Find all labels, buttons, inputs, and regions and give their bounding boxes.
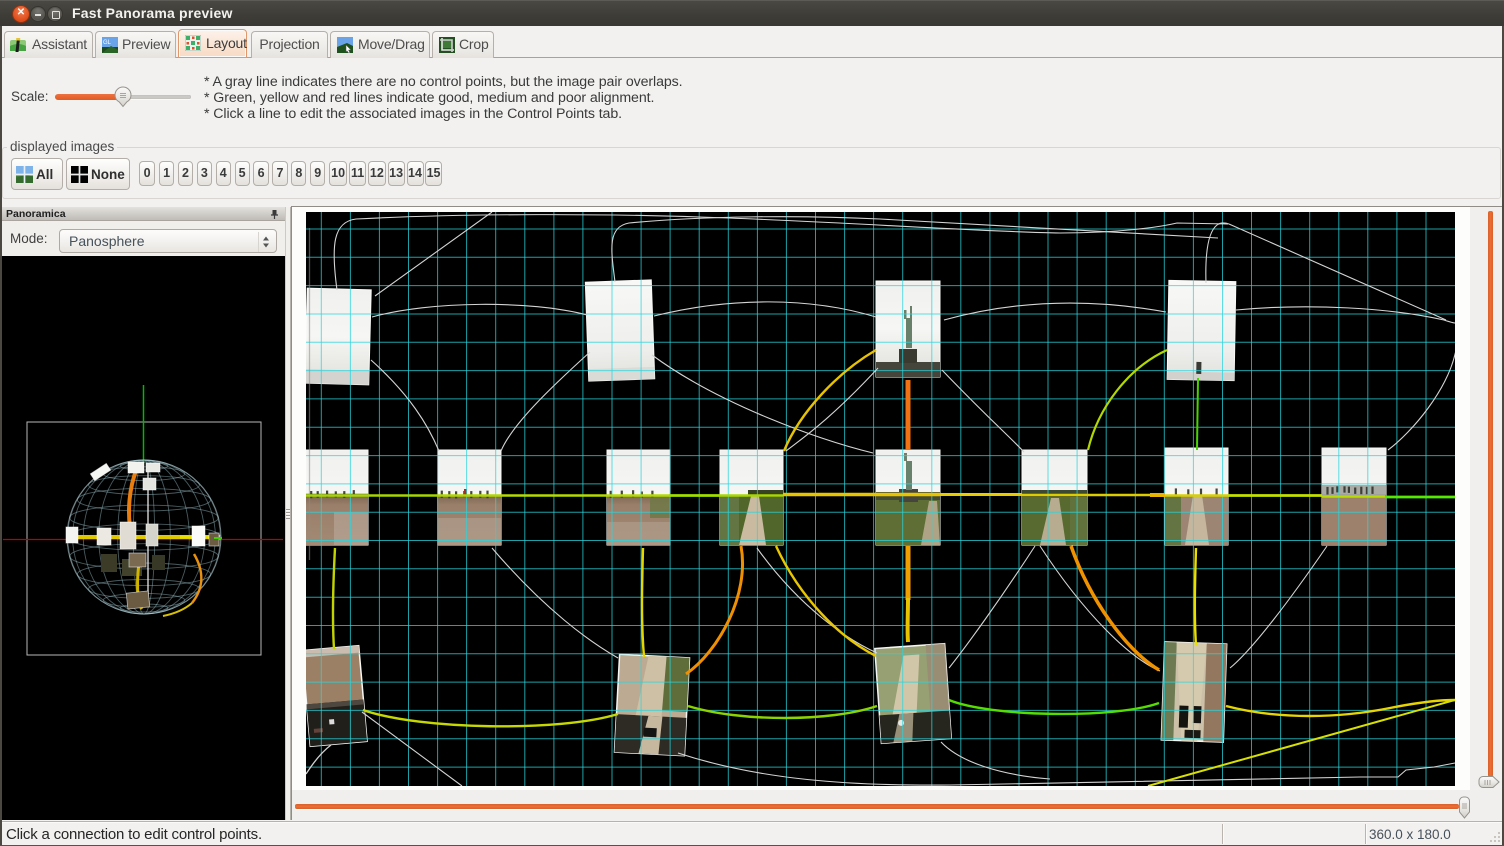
- svg-text:GL: GL: [103, 40, 111, 46]
